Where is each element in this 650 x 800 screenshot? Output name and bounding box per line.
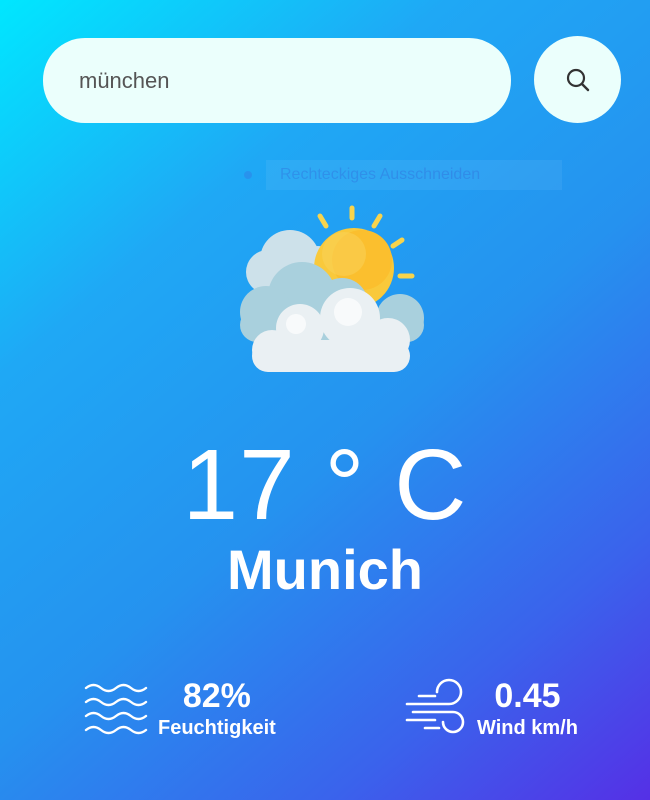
weather-card: Rechteckiges Ausschneiden (0, 0, 650, 800)
city-name: Munich (227, 538, 423, 601)
search-bar (43, 36, 621, 126)
snipping-tooltip: Rechteckiges Ausschneiden (238, 160, 562, 190)
temperature-value: 17 ° C (182, 429, 468, 541)
search-icon (566, 68, 589, 91)
tooltip-dot-icon (244, 171, 252, 179)
wind-value: 0.45 (494, 677, 561, 715)
humidity-waves-icon (84, 683, 148, 735)
wind-icon (405, 678, 465, 734)
tooltip-label: Rechteckiges Ausschneiden (266, 160, 562, 190)
partly-cloudy-icon (240, 205, 424, 372)
search-button[interactable] (534, 36, 621, 123)
search-input[interactable] (43, 38, 511, 123)
humidity-detail: 82% Feuchtigkeit (84, 672, 276, 744)
humidity-value: 82% (182, 677, 251, 715)
wind-detail: 0.45 Wind km/h (405, 672, 578, 744)
wind-label: Wind km/h (477, 717, 578, 739)
humidity-label: Feuchtigkeit (158, 717, 276, 739)
